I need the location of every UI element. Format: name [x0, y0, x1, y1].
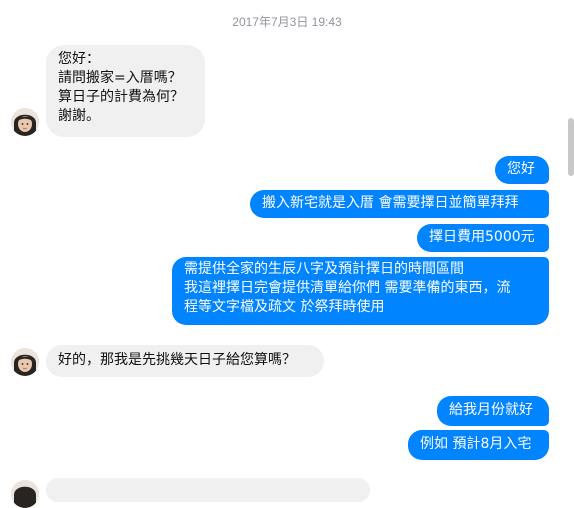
outgoing-message[interactable]: 您好 [495, 156, 549, 184]
message-line: 您好： [58, 51, 100, 67]
message-line: 您好 [507, 161, 535, 177]
message-line: 給我月份就好 [449, 402, 533, 418]
contact-avatar-icon[interactable] [11, 108, 39, 136]
contact-avatar-icon[interactable] [11, 480, 39, 508]
message-line: 擇日費用5000元 [429, 229, 535, 245]
message-line: 需提供全家的生辰八字及預計擇日的時間區間 [184, 261, 464, 277]
incoming-message-partial[interactable] [46, 478, 370, 502]
message-line: 好的，那我是先挑幾天日子給您算嗎？ [58, 352, 296, 368]
message-line: 程等文字檔及疏文 於祭拜時使用 [184, 299, 385, 315]
message-line: 謝謝。 [58, 108, 100, 124]
contact-avatar-icon[interactable] [11, 348, 39, 376]
conversation-timestamp: 2017年7月3日 19:43 [232, 15, 342, 29]
message-line: 搬入新宅就是入厝 會需要擇日並簡單拜拜 [262, 195, 519, 211]
outgoing-message[interactable]: 給我月份就好 [437, 396, 549, 426]
incoming-message[interactable]: 您好： 請問搬家=入厝嗎？ 算日子的計費為何？ 謝謝。 [46, 45, 205, 137]
outgoing-message[interactable]: 需提供全家的生辰八字及預計擇日的時間區間 我這裡擇日完會提供清單給你們 需要準備… [172, 257, 549, 325]
outgoing-message[interactable]: 搬入新宅就是入厝 會需要擇日並簡單拜拜 [250, 190, 549, 218]
message-line: 例如 預計8月入宅 [420, 436, 532, 452]
scrollbar-thumb[interactable] [568, 118, 574, 176]
message-line: 請問搬家=入厝嗎？ [58, 70, 182, 86]
outgoing-message[interactable]: 擇日費用5000元 [417, 224, 549, 252]
message-line: 我這裡擇日完會提供清單給你們 需要準備的東西，流 [184, 280, 511, 296]
message-line: 算日子的計費為何？ [58, 89, 184, 105]
outgoing-message[interactable]: 例如 預計8月入宅 [408, 430, 549, 460]
incoming-message[interactable]: 好的，那我是先挑幾天日子給您算嗎？ [46, 345, 324, 377]
